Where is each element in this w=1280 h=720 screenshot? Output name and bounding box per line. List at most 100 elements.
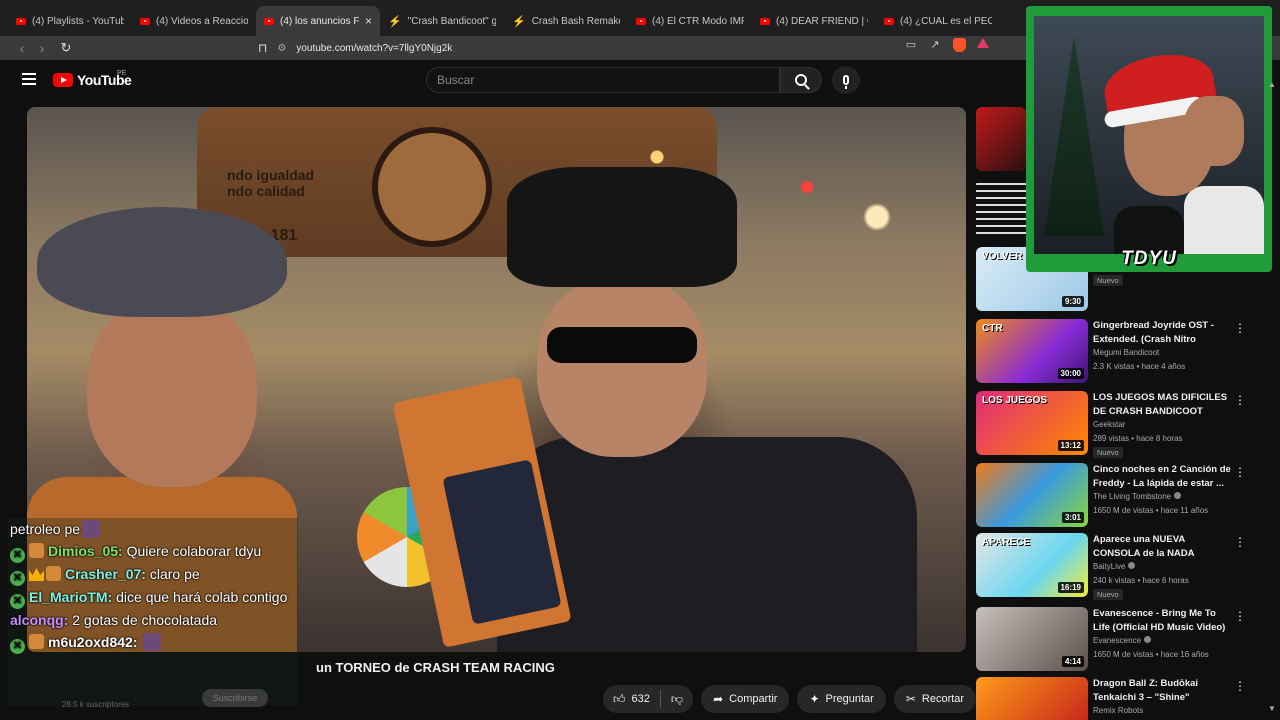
recommended-channel-name[interactable]: Megumi Bandicoot	[1093, 348, 1159, 357]
browser-tab[interactable]: ⚡ "Crash Bandicoot" games	[380, 6, 504, 36]
share-icon[interactable]: ↗	[928, 38, 942, 52]
recommended-video-meta: 289 vistas • hace 8 horas	[1093, 434, 1183, 443]
video-thumbnail[interactable]	[976, 107, 1026, 171]
recommended-channel-name[interactable]: Evanescence	[1093, 636, 1152, 645]
share-button[interactable]: ➦ Compartir	[701, 685, 790, 713]
browser-tab[interactable]: (4) Videos a Reaccionar - Y	[132, 6, 256, 36]
verified-icon	[1174, 492, 1182, 499]
recommended-video-title[interactable]: Aparece una NUEVA CONSOLA de la NADA	[1093, 533, 1231, 561]
recommended-video[interactable]: Dragon Ball Z: Budōkai Tenkaichi 3 – "Sh…	[976, 677, 1266, 720]
more-options-icon[interactable]: ⋮	[1234, 679, 1246, 693]
new-badge: Nuevo	[1093, 589, 1123, 600]
chat-text: dice que hará colab contigo	[116, 589, 288, 605]
video-thumbnail[interactable]: 4:14	[976, 607, 1088, 671]
video-thumbnail[interactable]	[976, 179, 1026, 239]
new-badge: Nuevo	[1093, 275, 1123, 286]
bolt-favicon-icon: ⚡	[512, 15, 526, 28]
url-text[interactable]: youtube.com/watch?v=7llgY0Njg2k	[296, 43, 452, 54]
browser-tab-title: (4) DEAR FRIEND | Creepy	[776, 15, 868, 27]
recommended-channel-name[interactable]: Remix Robots	[1093, 706, 1143, 715]
recommended-video[interactable]: LOS JUEGOS 13:12 LOS JUEGOS MAS DIFICILES …	[976, 391, 1266, 458]
browser-tab[interactable]: (4) los anuncios FALSO ×	[256, 6, 380, 36]
dislike-button[interactable]: 👎︎	[661, 685, 693, 713]
recommended-video[interactable]: 4:14 Evanescence - Bring Me To Life (Offi…	[976, 607, 1266, 673]
channel-name-text: BaityLive	[1093, 562, 1126, 571]
recommended-channel-name[interactable]: BaityLive	[1093, 562, 1136, 571]
search-button[interactable]	[780, 67, 822, 93]
video-duration: 4:14	[1061, 656, 1084, 667]
browser-tab-title: "Crash Bandicoot" games	[407, 15, 496, 27]
video-actions: 👍︎ 632 👎︎ ➦ Compartir ✦ Preguntar ✂ Reco…	[603, 685, 1013, 713]
recommended-video[interactable]: APARECE 16:19 Aparece una NUEVA CONSOLA de…	[976, 533, 1266, 600]
microphone-icon	[843, 75, 849, 89]
close-tab-icon[interactable]: ×	[365, 14, 372, 28]
bookmark-icon[interactable]: ⊓	[258, 41, 267, 55]
more-options-icon[interactable]: ⋮	[1234, 465, 1246, 479]
like-button[interactable]: 👍︎ 632	[603, 685, 660, 713]
recommended-video-title[interactable]: Dragon Ball Z: Budōkai Tenkaichi 3 – "Sh…	[1093, 677, 1231, 705]
recommended-video[interactable]: 3:01 Cinco noches en 2 Canción de Freddy …	[976, 463, 1266, 529]
search-box[interactable]	[426, 67, 780, 93]
scroll-up-icon[interactable]: ▲	[1268, 80, 1276, 89]
video-duration: 16:19	[1057, 582, 1084, 593]
recommended-channel-name[interactable]: Geekstar	[1093, 420, 1125, 429]
chat-username: alconqg:	[10, 612, 69, 628]
channel-name-text: The Living Tombstone	[1093, 492, 1172, 501]
menu-icon[interactable]	[22, 73, 36, 85]
chat-username: m6u2oxd842:	[48, 634, 138, 650]
browser-tab[interactable]: (4) Playlists - YouTube	[8, 6, 132, 36]
video-duration: 3:01	[1061, 512, 1084, 523]
video-thumbnail[interactable]: 3:01	[976, 463, 1088, 527]
recommended-video[interactable]: CTR 30:00 Gingerbread Joyride OST - Extend…	[976, 319, 1266, 385]
video-thumbnail[interactable]: LOS JUEGOS 13:12	[976, 391, 1088, 455]
youtube-logo[interactable]: YouTube PE	[53, 70, 132, 88]
clip-button[interactable]: ✂ Recortar	[893, 685, 977, 713]
new-badge: Nuevo	[1093, 447, 1123, 458]
browser-tab[interactable]: (4) DEAR FRIEND | Creepy	[752, 6, 876, 36]
more-options-icon[interactable]: ⋮	[1234, 321, 1246, 335]
webcam-name-label: TDYU	[1121, 248, 1177, 269]
video-title: un TORNEO de CRASH TEAM RACING	[316, 660, 555, 675]
forward-icon[interactable]: ›	[32, 40, 52, 56]
rewards-icon[interactable]	[976, 38, 990, 52]
browser-tab[interactable]: (4) El CTR Modo IMPOSIB	[628, 6, 752, 36]
channel-name-text: Evanescence	[1093, 636, 1142, 645]
chat-message: alconqg: 2 gotas de chocolatada	[10, 609, 298, 631]
video-thumbnail[interactable]	[976, 677, 1088, 720]
video-duration: 30:00	[1057, 368, 1084, 379]
more-options-icon[interactable]: ⋮	[1234, 609, 1246, 623]
scroll-down-icon[interactable]: ▼	[1268, 704, 1276, 713]
more-options-icon[interactable]: ⋮	[1234, 535, 1246, 549]
video-thumbnail[interactable]: CTR 30:00	[976, 319, 1088, 383]
video-thumbnail[interactable]: APARECE 16:19	[976, 533, 1088, 597]
scene-sign-text: ndo igualdad ndo calidad	[227, 167, 315, 199]
brave-shield-icon[interactable]	[952, 38, 966, 52]
cast-icon[interactable]: ▭	[904, 38, 918, 52]
subscribe-button[interactable]: Suscribirse	[202, 689, 268, 707]
back-icon[interactable]: ‹	[12, 40, 32, 56]
scene-christmas-tree	[1044, 36, 1104, 236]
recommended-video-title[interactable]: Evanescence - Bring Me To Life (Official…	[1093, 607, 1231, 635]
moderator-badge-icon: ✕	[10, 639, 25, 654]
chat-emote-icon	[143, 633, 162, 651]
gift-badge-icon	[29, 543, 44, 558]
recommended-video-title[interactable]: LOS JUEGOS MAS DIFICILES DE CRASH BANDIC…	[1093, 391, 1231, 419]
recommended-channel-name[interactable]: The Living Tombstone	[1093, 492, 1182, 501]
ask-button[interactable]: ✦ Preguntar	[797, 685, 886, 713]
site-info-icon[interactable]: ⚙	[277, 43, 286, 54]
streamer-webcam-overlay: TDYU	[1026, 6, 1272, 272]
browser-tab-title: (4) los anuncios FALSO	[280, 15, 359, 27]
browser-tab[interactable]: (4) ¿CUAL es el PEOR EMO	[876, 6, 1000, 36]
reload-icon[interactable]: ↻	[56, 40, 76, 56]
search-input[interactable]	[437, 73, 779, 87]
recommended-video-title[interactable]: Cinco noches en 2 Canción de Freddy - La…	[1093, 463, 1231, 491]
address-bar[interactable]: ⊓ ⚙ youtube.com/watch?v=7llgY0Njg2k	[258, 38, 452, 58]
ask-label: Preguntar	[825, 693, 874, 705]
browser-tab[interactable]: ⚡ Crash Bash Remake by So	[504, 6, 628, 36]
bolt-favicon-icon: ⚡	[388, 15, 402, 28]
recommended-video-title[interactable]: Gingerbread Joyride OST - Extended. (Cra…	[1093, 319, 1231, 347]
more-options-icon[interactable]: ⋮	[1234, 393, 1246, 407]
verified-icon	[1128, 562, 1136, 569]
voice-search-button[interactable]	[832, 66, 860, 94]
thumbnail-text: APARECE	[982, 537, 1031, 548]
